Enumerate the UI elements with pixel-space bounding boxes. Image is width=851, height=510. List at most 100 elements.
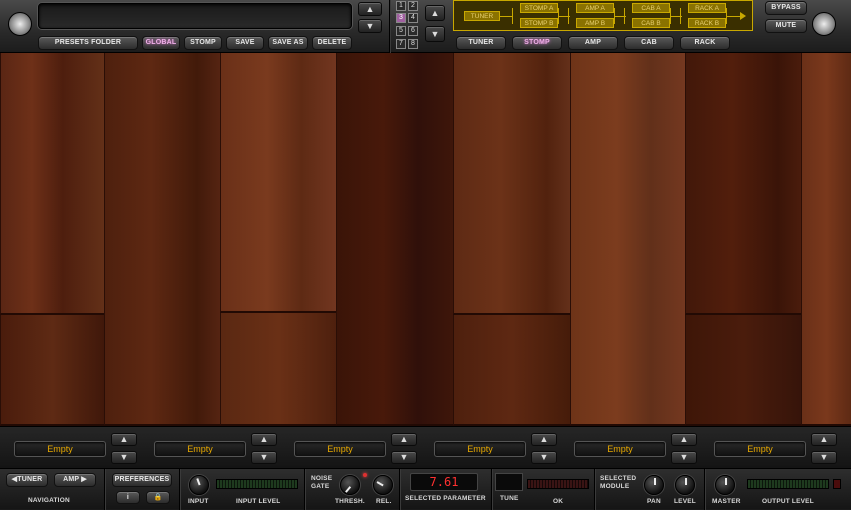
slot-3-label[interactable]: Empty [294, 441, 386, 457]
selected-module-label-2: MODULE [600, 483, 630, 490]
save-as-button[interactable]: SAVE AS [268, 36, 308, 50]
preset-number-3[interactable]: 3 [396, 13, 406, 23]
preset-number-2[interactable]: 2 [408, 1, 418, 11]
navigation-label: NAVIGATION [28, 497, 70, 504]
wood-plank [220, 313, 336, 426]
tab-stomp[interactable]: STOMP [512, 36, 562, 50]
slot-6-down-button[interactable]: ▼ [811, 451, 837, 464]
slot-5-down-button[interactable]: ▼ [671, 451, 697, 464]
stomp-view-button[interactable]: STOMP [184, 36, 222, 50]
preset-number-7[interactable]: 7 [396, 39, 406, 49]
wood-plank [801, 53, 851, 426]
signal-chain: TUNER STOMP A STOMP B AMP A AMP B CAB A … [453, 0, 753, 31]
wood-plank [336, 53, 453, 426]
preset-number-4[interactable]: 4 [408, 13, 418, 23]
output-level-label: OUTPUT LEVEL [762, 498, 814, 505]
preset-number-8[interactable]: 8 [408, 39, 418, 49]
preset-number-1[interactable]: 1 [396, 1, 406, 11]
chain-cab-b[interactable]: CAB B [632, 18, 670, 28]
top-toolbar: ▲ ▼ PRESETS FOLDER GLOBAL STOMP SAVE SAV… [0, 0, 851, 53]
slot-2-label[interactable]: Empty [154, 441, 246, 457]
slot-4-label[interactable]: Empty [434, 441, 526, 457]
tab-cab[interactable]: CAB [624, 36, 674, 50]
slot-2-up-button[interactable]: ▲ [251, 433, 277, 446]
wood-plank [0, 315, 104, 426]
chain-cab-a[interactable]: CAB A [632, 3, 670, 13]
presets-folder-button[interactable]: PRESETS FOLDER [38, 36, 138, 50]
pan-knob[interactable] [644, 475, 664, 495]
slot-2-down-button[interactable]: ▼ [251, 451, 277, 464]
bank-up-button[interactable]: ▲ [425, 5, 445, 21]
chain-wire [680, 8, 681, 24]
chain-wire [624, 8, 625, 24]
chain-stomp-a[interactable]: STOMP A [520, 3, 558, 13]
slot-4-up-button[interactable]: ▲ [531, 433, 557, 446]
lock-button[interactable]: 🔒 [146, 491, 170, 504]
slot-4-down-button[interactable]: ▼ [531, 451, 557, 464]
input-level-label: INPUT LEVEL [236, 498, 281, 505]
save-button[interactable]: SAVE [226, 36, 264, 50]
slot-1-up-button[interactable]: ▲ [111, 433, 137, 446]
wood-plank [685, 53, 801, 315]
preset-up-button[interactable]: ▲ [358, 2, 382, 16]
slot-1-down-button[interactable]: ▼ [111, 451, 137, 464]
tab-tuner[interactable]: TUNER [456, 36, 506, 50]
gate-led [363, 473, 367, 477]
release-label: REL. [376, 498, 392, 505]
slot-1-label[interactable]: Empty [14, 441, 106, 457]
mute-button[interactable]: MUTE [765, 19, 807, 33]
preset-number-5[interactable]: 5 [396, 26, 406, 36]
output-level-meter [747, 479, 829, 489]
slot-6-up-button[interactable]: ▲ [811, 433, 837, 446]
nav-tuner-button[interactable]: ◀TUNER [6, 473, 48, 487]
chain-rack-a[interactable]: RACK A [688, 3, 726, 13]
slot-3-down-button[interactable]: ▼ [391, 451, 417, 464]
chain-tuner[interactable]: TUNER [464, 11, 500, 21]
brand-logo-icon [812, 12, 836, 36]
bank-down-button[interactable]: ▼ [425, 26, 445, 42]
chain-amp-b[interactable]: AMP B [576, 18, 614, 28]
wood-plank [453, 315, 570, 426]
nav-amp-button[interactable]: AMP ▶ [54, 473, 96, 487]
selected-parameter-display: 7.61 [410, 473, 478, 491]
slot-5-up-button[interactable]: ▲ [671, 433, 697, 446]
info-button[interactable]: i [116, 491, 140, 504]
master-knob[interactable] [715, 475, 735, 495]
tab-amp[interactable]: AMP [568, 36, 618, 50]
preset-down-button[interactable]: ▼ [358, 19, 382, 33]
wood-plank [0, 53, 104, 315]
nav-amp-label: AMP [63, 476, 80, 483]
slot-6-label[interactable]: Empty [714, 441, 806, 457]
chain-wire [568, 8, 569, 24]
pan-label: PAN [647, 498, 661, 505]
slot-5-label[interactable]: Empty [574, 441, 666, 457]
tune-label: TUNE [500, 495, 519, 502]
clip-indicator [833, 479, 841, 489]
module-slot-row: Empty ▲ ▼ Empty ▲ ▼ Empty ▲ ▼ Empty ▲ ▼ … [0, 426, 851, 468]
right-arrow-icon: ▶ [81, 476, 87, 483]
wood-plank [685, 315, 801, 426]
preferences-button[interactable]: PREFERENCES [112, 473, 172, 487]
selected-parameter-label: SELECTED PARAMETER [405, 495, 486, 502]
chain-stomp-b[interactable]: STOMP B [520, 18, 558, 28]
input-knob[interactable] [189, 475, 209, 495]
global-button[interactable]: GLOBAL [142, 36, 180, 50]
chain-rack-b[interactable]: RACK B [688, 18, 726, 28]
release-knob[interactable] [373, 475, 393, 495]
info-icon: i [126, 494, 130, 501]
preset-name-field[interactable] [38, 3, 352, 29]
chain-amp-a[interactable]: AMP A [576, 3, 614, 13]
delete-button[interactable]: DELETE [312, 36, 352, 50]
bypass-button[interactable]: BYPASS [765, 1, 807, 15]
slot-3-up-button[interactable]: ▲ [391, 433, 417, 446]
tab-rack[interactable]: RACK [680, 36, 730, 50]
level-knob[interactable] [675, 475, 695, 495]
threshold-knob[interactable] [340, 475, 360, 495]
wood-plank [453, 53, 570, 315]
preset-number-6[interactable]: 6 [408, 26, 418, 36]
chain-output-arrow [740, 12, 746, 20]
noise-gate-label-1: NOISE [311, 475, 333, 482]
wood-background [0, 53, 851, 426]
chain-wire [512, 8, 513, 24]
master-label: MASTER [712, 498, 741, 505]
